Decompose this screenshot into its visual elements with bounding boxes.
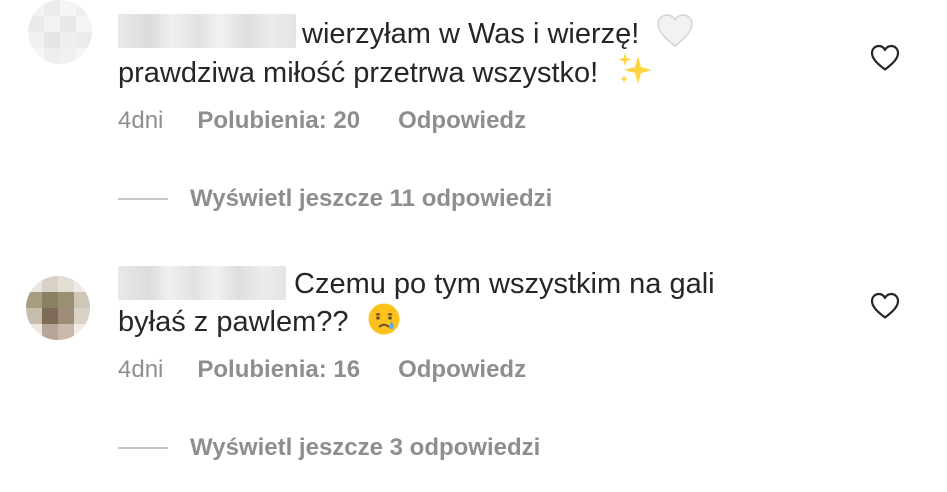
avatar[interactable] xyxy=(28,0,92,64)
reply-button[interactable]: Odpowiedz xyxy=(398,356,526,383)
comment-text: byłaś z pawlem?? xyxy=(118,306,349,339)
comment-text-line-2: byłaś z pawlem?? xyxy=(118,302,401,345)
crying-face-icon xyxy=(367,302,401,345)
white-heart-icon xyxy=(657,14,694,57)
divider-line xyxy=(118,198,168,200)
divider-line xyxy=(118,447,168,449)
likes-count-link[interactable]: Polubienia: 16 xyxy=(197,356,360,383)
reply-button[interactable]: Odpowiedz xyxy=(398,107,526,134)
view-replies-label: Wyświetl jeszcze 3 odpowiedzi xyxy=(190,434,541,461)
view-more-replies-button[interactable]: Wyświetl jeszcze 11 odpowiedzi xyxy=(118,185,552,213)
likes-count-link[interactable]: Polubienia: 20 xyxy=(197,107,360,134)
comment-meta: 4dni Polubienia: 16 Odpowiedz xyxy=(118,355,526,385)
comments-list: wierzyłam w Was i wierzę! prawdziwa miło… xyxy=(0,0,947,492)
comment-text-line-1: Czemu po tym wszystkim na gali xyxy=(294,266,715,302)
comment-text: prawdziwa miłość przetrwa wszystko! xyxy=(118,57,599,90)
username[interactable] xyxy=(118,14,296,48)
comment-time: 4dni xyxy=(118,107,164,134)
view-more-replies-button[interactable]: Wyświetl jeszcze 3 odpowiedzi xyxy=(118,434,540,462)
comment-time: 4dni xyxy=(118,356,164,383)
username[interactable] xyxy=(118,266,286,300)
comment-text: Czemu po tym wszystkim na gali xyxy=(294,268,715,300)
comment-text-line-2: prawdziwa miłość przetrwa wszystko! xyxy=(118,52,654,97)
avatar[interactable] xyxy=(26,276,90,340)
comment-text: wierzyłam w Was i wierzę! xyxy=(302,18,640,51)
comment-text-line-1: wierzyłam w Was i wierzę! xyxy=(302,14,694,57)
comment-meta: 4dni Polubienia: 20 Odpowiedz xyxy=(118,106,526,136)
sparkles-icon xyxy=(616,52,654,97)
view-replies-label: Wyświetl jeszcze 11 odpowiedzi xyxy=(190,185,553,212)
like-heart-icon[interactable] xyxy=(870,292,900,320)
like-heart-icon[interactable] xyxy=(870,44,900,72)
